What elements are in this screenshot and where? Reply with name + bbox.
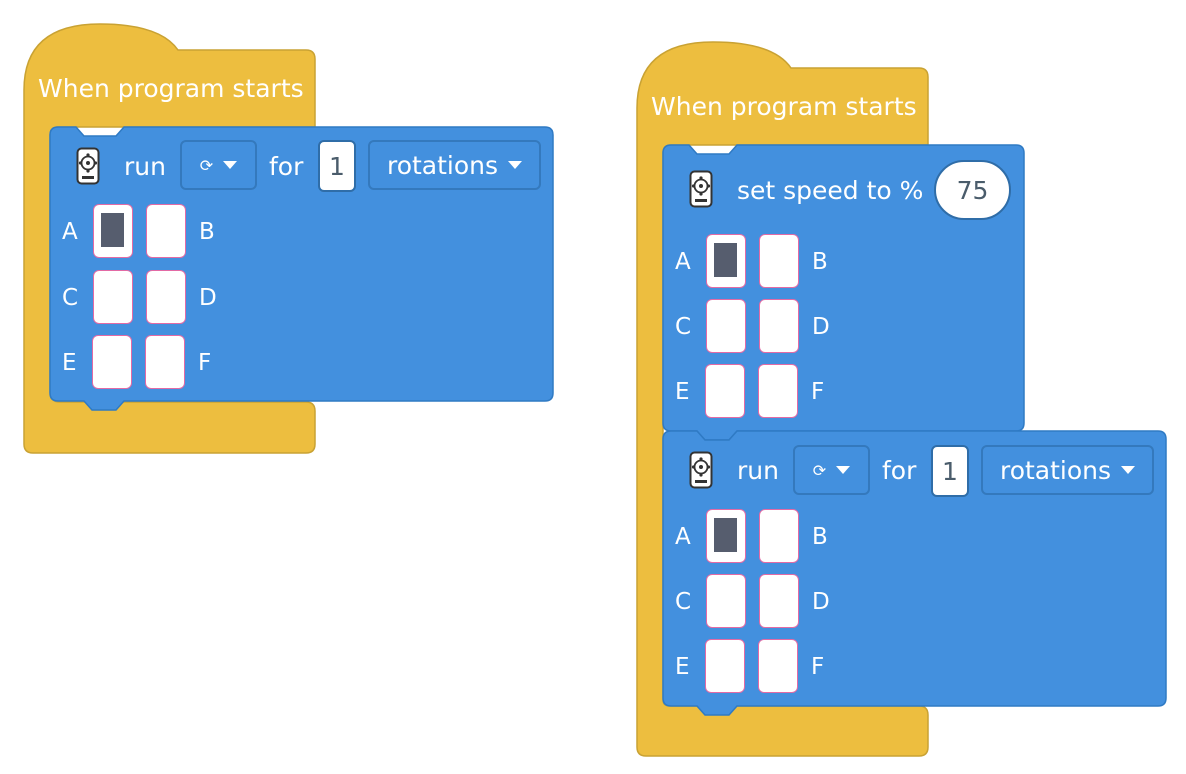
port-f-toggle[interactable] [758, 364, 798, 418]
port-d-label: D [812, 589, 830, 615]
port-a-toggle[interactable] [93, 204, 133, 258]
port-a-label: A [675, 524, 691, 550]
chevron-down-icon [223, 161, 238, 169]
port-b-toggle[interactable] [146, 204, 186, 258]
port-c-label: C [675, 589, 692, 615]
run-label: run [124, 152, 166, 181]
stack-1-hat-label: When program starts [38, 74, 304, 103]
port-f-label: F [811, 654, 825, 680]
rotate-icon: ⟳ [812, 460, 827, 480]
direction-dropdown[interactable]: ⟳ [180, 140, 257, 190]
for-label: for [269, 152, 304, 181]
port-e-toggle[interactable] [705, 364, 745, 418]
port-b-label: B [812, 249, 828, 275]
port-f-toggle[interactable] [758, 639, 798, 693]
port-a-label: A [675, 249, 691, 275]
port-d-toggle[interactable] [759, 299, 799, 353]
port-c-toggle[interactable] [93, 270, 133, 324]
stack-2-hat-label: When program starts [651, 92, 917, 121]
port-b-toggle[interactable] [759, 234, 799, 288]
run-label: run [737, 456, 779, 485]
amount-input[interactable]: 1 [931, 445, 969, 497]
port-b-label: B [199, 219, 215, 245]
port-a-label: A [62, 219, 78, 245]
port-c-toggle[interactable] [706, 299, 746, 353]
unit-dropdown[interactable]: rotations [981, 445, 1154, 495]
port-a-toggle[interactable] [706, 234, 746, 288]
set-speed-label: set speed to % [737, 176, 924, 205]
unit-dropdown[interactable]: rotations [368, 140, 541, 190]
motor-hub-icon [689, 451, 713, 489]
port-e-toggle[interactable] [92, 335, 132, 389]
port-e-label: E [62, 350, 77, 376]
for-label: for [882, 456, 917, 485]
speed-input[interactable]: 75 [934, 160, 1011, 220]
port-c-toggle[interactable] [706, 574, 746, 628]
unit-label: rotations [999, 455, 1112, 485]
unit-label: rotations [386, 150, 499, 180]
rotate-icon: ⟳ [199, 155, 214, 175]
port-c-label: C [675, 314, 692, 340]
chevron-down-icon [508, 161, 523, 169]
motor-hub-icon [76, 147, 100, 185]
motor-hub-icon [689, 170, 713, 208]
amount-input[interactable]: 1 [318, 140, 356, 192]
port-d-toggle[interactable] [759, 574, 799, 628]
port-b-toggle[interactable] [759, 509, 799, 563]
port-b-label: B [812, 524, 828, 550]
chevron-down-icon [1121, 466, 1136, 474]
port-e-toggle[interactable] [705, 639, 745, 693]
chevron-down-icon [836, 466, 851, 474]
port-e-label: E [675, 654, 690, 680]
port-d-label: D [812, 314, 830, 340]
port-f-toggle[interactable] [145, 335, 185, 389]
port-e-label: E [675, 379, 690, 405]
port-f-label: F [811, 379, 825, 405]
direction-dropdown[interactable]: ⟳ [793, 445, 870, 495]
port-a-toggle[interactable] [706, 509, 746, 563]
port-d-label: D [199, 285, 217, 311]
port-f-label: F [198, 350, 212, 376]
port-c-label: C [62, 285, 79, 311]
port-d-toggle[interactable] [146, 270, 186, 324]
